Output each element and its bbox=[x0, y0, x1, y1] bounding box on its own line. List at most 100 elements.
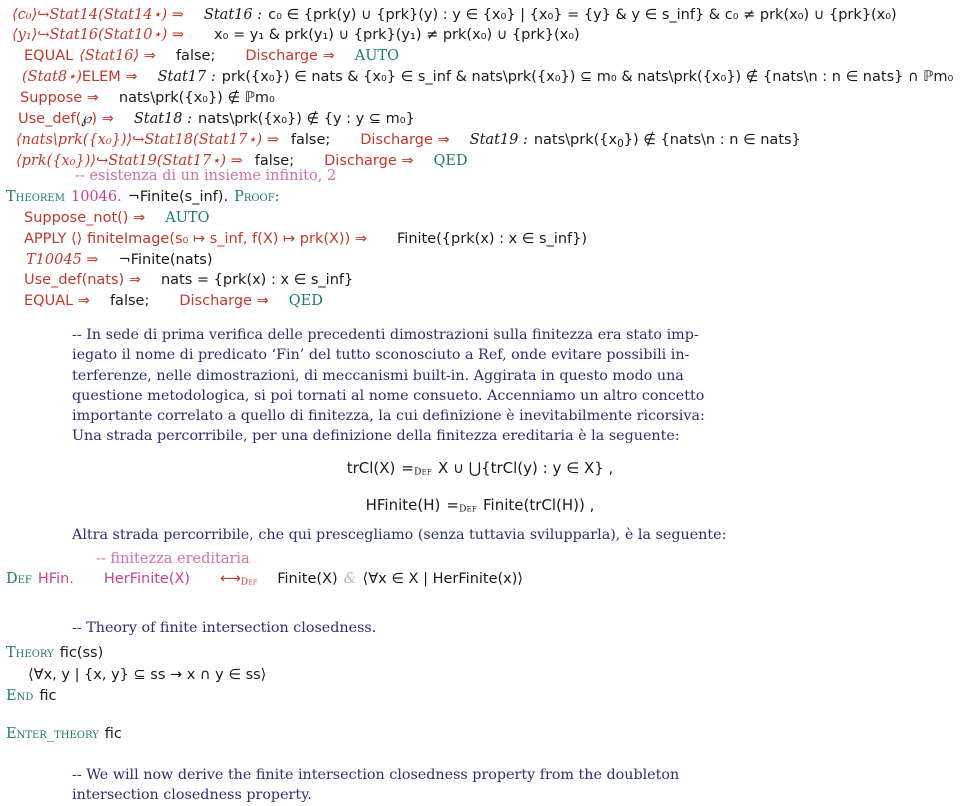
formula-lhs: HFinite(H) bbox=[365, 496, 441, 514]
script-line-hint: ⟨y₁⟩↪Stat16(Stat10⋆) ⇒ bbox=[12, 27, 184, 43]
keyword-elem: ELEM bbox=[81, 69, 121, 85]
script-line-body: nats\prk({x0}) ∉ {nats\n : n ∈ nats} bbox=[533, 132, 801, 150]
formula-equals: = bbox=[401, 459, 414, 477]
script-line-hint: ⟨prk({x₀})⟩↪Stat19(Stat17⋆) ⇒ bbox=[16, 153, 243, 169]
script-line-hint: Use_def(nats) ⇒ bbox=[24, 272, 141, 288]
script-line-body: Finite({prk(x) : x ∈ s_inf}) bbox=[397, 231, 588, 247]
keyword-qed: QED bbox=[433, 153, 468, 169]
keyword-discharge: Discharge bbox=[179, 293, 252, 309]
keyword-auto: AUTO bbox=[354, 48, 400, 64]
keyword-equal: EQUAL bbox=[24, 48, 74, 64]
script-line: Use_def(℘) ⇒ Stat18 : nats\prk({x₀}) ∉ {y … bbox=[18, 112, 415, 127]
keyword-discharge: Discharge bbox=[324, 153, 397, 169]
false-literal: false; bbox=[175, 48, 216, 64]
false-literal: false; bbox=[254, 153, 295, 169]
script-line-label: Stat17 : bbox=[157, 69, 216, 85]
theory-name: fic(ss) bbox=[59, 645, 104, 661]
implies-arrow: ⇒ bbox=[317, 48, 335, 64]
def-body-left: Finite(X) bbox=[277, 571, 338, 587]
def-hfin: Def HFin. HerFinite(X) ⟷Def Finite(X) & ⟨∀x ∈ … bbox=[6, 571, 523, 587]
script-line-body: nats = {prk(x) : x ∈ s_inf} bbox=[160, 272, 354, 288]
italian-commentary-paragraph: -- In sede di prima verifica delle prece… bbox=[72, 325, 708, 447]
paragraph-line: -- In sede di prima verifica delle prece… bbox=[72, 327, 699, 343]
enter-theory-name: fic bbox=[104, 726, 122, 742]
theorem-statement: ¬Finite(s_inf). bbox=[127, 189, 229, 205]
script-line-hint: APPLY ⟨⟩ finiteImage(s₀ ↦ s_inf, f(X) ↦ … bbox=[24, 231, 368, 247]
keyword-def: Def bbox=[6, 571, 32, 587]
script-line: EQUAL ⇒ false; Discharge ⇒ QED bbox=[24, 293, 323, 309]
script-line-body: nats\prk({x₀}) ∉ ℙm₀ bbox=[118, 90, 275, 106]
implies-arrow: ⇒ bbox=[251, 293, 269, 309]
def-body-right: ⟨∀x ∈ X | HerFinite(x)⟩ bbox=[362, 571, 524, 587]
keyword-use-def: Use_def bbox=[18, 111, 76, 127]
script-line: ⟨y₁⟩↪Stat16(Stat10⋆) ⇒ x₀ = y₁ & prk(y₁) … bbox=[12, 28, 580, 43]
script-line-label: Stat16 : bbox=[203, 7, 263, 23]
implies-arrow: ⇒ bbox=[432, 132, 450, 148]
script-line-body: nats\prk({x₀}) ∉ {y : y ⊆ m₀} bbox=[198, 111, 415, 127]
english-commentary-paragraph: -- We will now derive the finite interse… bbox=[72, 765, 708, 806]
keyword-equal: EQUAL ⇒ bbox=[24, 293, 90, 309]
script-line-body: x₀ = y₁ & prk(y₁) ∪ {prk}(y₁) ≠ prk(x₀) … bbox=[213, 27, 580, 43]
paragraph-line: Una strada percorribile, per una definiz… bbox=[72, 428, 680, 445]
script-line: Suppose_not() ⇒ AUTO bbox=[24, 210, 209, 226]
paragraph-line: questione metodologica, si poi tornati a… bbox=[72, 387, 705, 404]
italian-commentary-paragraph-2: Altra strada percorribile, che qui presc… bbox=[72, 525, 727, 545]
keyword-auto: AUTO bbox=[165, 210, 210, 226]
def-arrow-subscript: Def bbox=[240, 577, 258, 588]
formula-rhs: X ∪ ⋃{trCl(y) : y ∈ X} , bbox=[437, 459, 614, 477]
script-line: Suppose ⇒ nats\prk({x₀}) ∉ ℙm₀ bbox=[20, 91, 275, 106]
script-line-body: prk({x₀}) ∈ nats & {x₀} ∈ s_inf & nats\p… bbox=[221, 69, 954, 85]
paragraph-line: Altra strada percorribile, che qui presc… bbox=[72, 527, 727, 543]
script-line: ⟨c₀⟩↪Stat14(Stat14⋆) ⇒ Stat16 : c₀ ∈ {prk(… bbox=[12, 8, 897, 23]
script-line: ⟨prk({x₀})⟩↪Stat19(Stat17⋆) ⇒ false; Disch… bbox=[16, 154, 468, 169]
implies-arrow: ⇒ bbox=[97, 111, 114, 127]
script-line: (Stat8⋆)ELEM ⇒ Stat17 : prk({x₀}) ∈ nats &… bbox=[22, 70, 953, 85]
theory-assumption: ⟨∀x, y | {x, y} ⊆ ss → x ∩ y ∈ ss⟩ bbox=[28, 667, 267, 683]
keyword-proof: Proof: bbox=[234, 189, 280, 205]
paragraph-line: intersection closedness property. bbox=[72, 787, 312, 804]
formula-equals-subscript: Def bbox=[458, 503, 477, 515]
script-line-body: c₀ ∈ {prk(y) ∪ {prk}(y) : y ∈ {x₀} | {x₀… bbox=[268, 7, 897, 23]
script-line-hint: Suppose_not() ⇒ bbox=[24, 210, 146, 226]
script-line-hint: (Stat8⋆) bbox=[22, 69, 82, 85]
formula-rhs: Finite(trCl(H)) , bbox=[482, 496, 595, 514]
script-line-hint: T10045 ⇒ bbox=[26, 252, 99, 268]
implies-arrow: ⇒ bbox=[120, 69, 138, 85]
def-equivalence-arrow: ⟷Def bbox=[220, 571, 258, 588]
paragraph-line: -- We will now derive the finite interse… bbox=[72, 767, 680, 783]
script-line: Use_def(nats) ⇒ nats = {prk(x) : x ∈ s_in… bbox=[24, 272, 353, 288]
comment-esistenza: -- esistenza di un insieme infinito, 2 bbox=[75, 168, 337, 184]
formula-hfinite: HFinite(H) =Def Finite(trCl(H)) , bbox=[0, 496, 960, 514]
def-predicate: HerFinite(X) bbox=[103, 571, 191, 587]
script-line-label: Stat19 : bbox=[469, 132, 528, 148]
paragraph-line: importante correlato a quello di finitez… bbox=[72, 408, 705, 425]
formula-equals: = bbox=[446, 496, 459, 514]
theory-fic-header: Theory fic(ss) bbox=[6, 645, 103, 661]
script-line: T10045 ⇒ ¬Finite(nats) bbox=[26, 252, 212, 268]
false-literal: false; bbox=[109, 293, 150, 309]
script-line: EQUAL ⟨Stat16⟩ ⇒ false; Discharge ⇒ AUTO bbox=[24, 49, 399, 64]
def-name: HFin. bbox=[37, 571, 74, 587]
keyword-discharge: Discharge bbox=[245, 48, 318, 64]
theory-end-name: fic bbox=[39, 688, 57, 704]
theorem-10046-header: Theorem 10046. ¬Finite(s_inf). Proof: bbox=[6, 189, 280, 205]
implies-arrow: ⇒ bbox=[139, 48, 156, 64]
def-ampersand: & bbox=[343, 571, 357, 587]
script-line: APPLY ⟨⟩ finiteImage(s₀ ↦ s_inf, f(X) ↦ … bbox=[24, 231, 587, 247]
implies-arrow: ⇒ bbox=[82, 90, 99, 106]
use-def-argument: (℘) bbox=[75, 111, 98, 127]
keyword-theory: Theory bbox=[6, 645, 54, 661]
keyword-enter-theory: Enter_theory bbox=[6, 726, 99, 742]
theory-end: End fic bbox=[6, 688, 56, 704]
formula-lhs: trCl(X) bbox=[346, 459, 396, 477]
keyword-end: End bbox=[6, 688, 34, 704]
enter-theory-line: Enter_theory fic bbox=[6, 726, 122, 742]
implies-arrow: ⇒ bbox=[396, 153, 414, 169]
keyword-theorem: Theorem bbox=[6, 189, 65, 205]
paragraph-line: iegato il nome di predicato ‘Fin’ del tu… bbox=[72, 347, 690, 364]
script-line: ⟨nats\prk({x₀})⟩↪Stat18(Stat17⋆) ⇒ false;… bbox=[16, 133, 801, 149]
stat-ref: ⟨Stat16⟩ bbox=[79, 48, 140, 64]
script-line-hint: ⟨nats\prk({x₀})⟩↪Stat18(Stat17⋆) ⇒ bbox=[16, 132, 279, 148]
keyword-suppose: Suppose bbox=[20, 90, 83, 106]
keyword-discharge: Discharge bbox=[360, 132, 433, 148]
